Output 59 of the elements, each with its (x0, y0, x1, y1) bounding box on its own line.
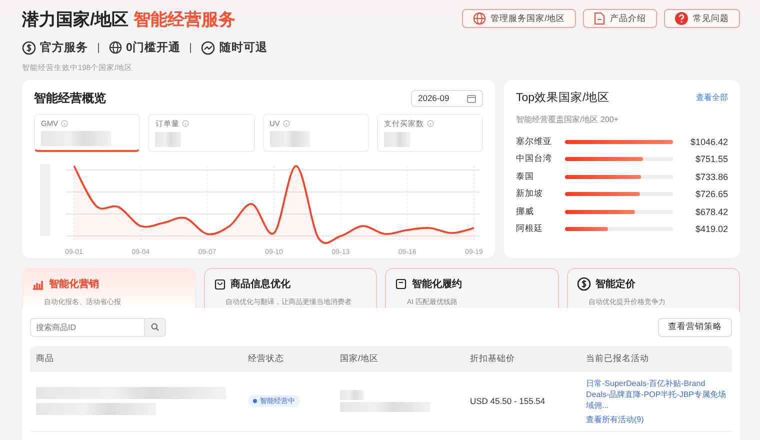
column-header: 国家/地区 (334, 346, 464, 372)
info-icon (61, 120, 68, 127)
bag-icon (214, 278, 226, 290)
column-header: 折扣基础价 (464, 346, 580, 372)
month-picker[interactable]: 2026-09 (411, 90, 483, 107)
view-all-activities-link[interactable]: 查看所有活动(9) (586, 414, 726, 425)
gmv-value: $1046.42 (689, 136, 728, 147)
document-icon (594, 12, 605, 25)
country-name: 阿根廷 (516, 223, 544, 236)
globe-icon (472, 12, 486, 25)
gmv-value: $733.86 (694, 172, 728, 182)
blurred-value (340, 390, 364, 400)
blurred-value (155, 132, 182, 147)
info-icon (282, 120, 290, 127)
header-button[interactable]: 常见问题 (664, 9, 740, 28)
country-name: 新加坡 (516, 188, 544, 200)
dollar-icon (576, 276, 590, 291)
column-header: 商品 (30, 346, 242, 372)
search-icon (151, 323, 159, 332)
tab-title: 智能化履约 (412, 278, 462, 291)
header-button[interactable]: 产品介绍 (583, 9, 657, 28)
section-title: Top效果国家/地区 (516, 90, 610, 105)
feature-label: 随时可退 (219, 40, 268, 55)
box-icon (395, 278, 407, 290)
country-name: 塞尔维亚 (516, 136, 553, 148)
country-name: 挪威 (516, 206, 535, 218)
search-field[interactable]: 搜索商品ID (30, 318, 144, 337)
help-icon (675, 12, 688, 25)
column-header: 当前已报名活动 (580, 346, 732, 372)
column-header: 经营状态 (242, 346, 334, 372)
info-icon (182, 120, 190, 128)
dollar-icon (22, 40, 36, 54)
tab-title: 智能化营销 (49, 278, 99, 291)
coverage-subtitle: 智能经营覆盖国家/地区 200+ (516, 114, 620, 125)
page-title: 潜力国家/地区 智能经营服务 (22, 9, 236, 31)
gmv-value: $751.55 (694, 154, 728, 164)
tab-title: 智能定价 (596, 277, 636, 291)
blurred-value (384, 132, 410, 147)
gmv-value: $678.42 (694, 206, 728, 217)
activities-link[interactable]: 日常-SuperDeals-百亿补贴-Brand Deals-品牌直降-POP半托-JBP专属免场域佣... (586, 378, 726, 411)
view-all-link[interactable]: 查看全部 (696, 92, 728, 103)
feature-label: 官方服务 (40, 40, 88, 55)
strategy-button[interactable]: 查看营销策略 (658, 318, 732, 337)
gmv-value: $726.65 (694, 189, 728, 200)
feature-label: 0门槛开通 (126, 40, 180, 55)
info-icon (426, 120, 434, 128)
gmv-value: $419.02 (694, 224, 728, 234)
globe-icon (109, 41, 122, 54)
blurred-value (41, 130, 111, 146)
trend-icon (201, 40, 216, 54)
tab-title: 商品信息优化 (230, 277, 290, 291)
country-name: 泰国 (516, 170, 535, 183)
calendar-icon (467, 94, 476, 103)
country-name: 中国台湾 (516, 153, 553, 166)
search-button[interactable] (144, 318, 166, 337)
price-range: USD 45.50 - 155.54 (464, 372, 580, 432)
section-title: 智能经营概览 (34, 90, 106, 107)
header-button[interactable]: 管理服务国家/地区 (462, 9, 576, 28)
blurred-value (270, 130, 310, 147)
